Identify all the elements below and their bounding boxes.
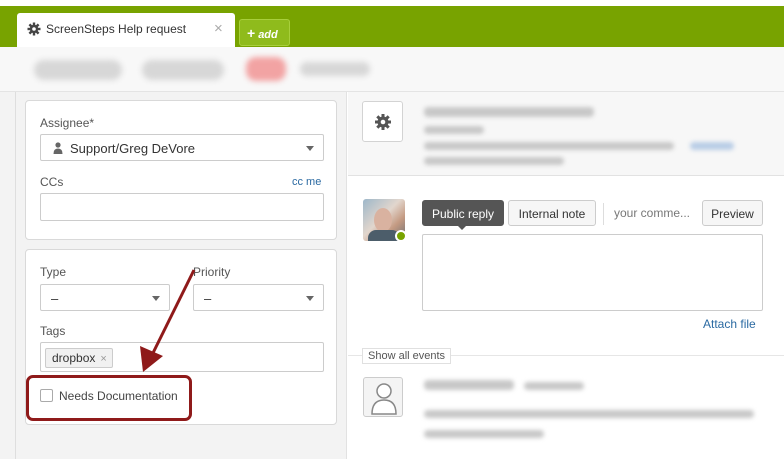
type-label: Type (40, 265, 67, 279)
assignee-select[interactable]: Support/Greg DeVore (40, 134, 324, 161)
tag-chip: dropbox × (45, 348, 113, 368)
blurred-event-author (424, 380, 514, 390)
blurred-toolbar-item (34, 60, 122, 80)
add-tab-label: add (258, 29, 278, 41)
comment-macro-hint[interactable]: your comme... (614, 206, 690, 220)
toolbar-divider (603, 203, 604, 225)
blurred-ticket-meta (424, 142, 674, 150)
comment-textarea[interactable] (422, 234, 763, 311)
online-status-icon (395, 230, 407, 242)
cog-icon (375, 114, 391, 130)
ccs-input[interactable] (40, 193, 324, 221)
gear-icon (27, 22, 41, 36)
type-select[interactable]: – (40, 284, 170, 311)
assignee-value: Support/Greg DeVore (70, 141, 196, 156)
plus-icon: + (247, 25, 256, 41)
blurred-ticket-meta (424, 126, 484, 134)
person-icon (53, 142, 63, 154)
blurred-event-time (524, 382, 584, 390)
blurred-event-text (424, 430, 544, 438)
assignee-label: Assignee* (40, 116, 95, 130)
tags-label: Tags (40, 324, 66, 338)
tag-label: dropbox (52, 351, 96, 365)
user-silhouette-icon (371, 383, 397, 415)
blurred-toolbar-item (142, 60, 224, 80)
type-value: – (51, 291, 59, 306)
show-all-events-button[interactable]: Show all events (362, 348, 452, 364)
cc-me-link[interactable]: cc me (292, 176, 321, 188)
selected-indicator-icon (457, 225, 467, 230)
tag-remove-icon[interactable]: × (100, 353, 106, 365)
chevron-down-icon (306, 296, 314, 301)
blurred-status-badge (246, 57, 286, 81)
panel-divider (15, 92, 16, 459)
priority-select[interactable]: – (193, 284, 324, 311)
blurred-ticket-link (690, 142, 734, 150)
priority-label: Priority (193, 265, 231, 279)
preview-button[interactable]: Preview (702, 200, 763, 226)
attach-file-link[interactable]: Attach file (703, 317, 756, 331)
add-tab-button[interactable]: + add (239, 19, 290, 46)
ticket-toolbar (0, 47, 784, 92)
ccs-label: CCs (40, 175, 64, 189)
avatar-face (374, 208, 392, 232)
priority-value: – (204, 291, 212, 306)
chevron-down-icon (152, 296, 160, 301)
ticket-header (348, 92, 784, 176)
requester-avatar (363, 377, 403, 417)
internal-note-button[interactable]: Internal note (508, 200, 596, 226)
annotation-highlight-box (26, 375, 192, 421)
blurred-ticket-subject (424, 107, 594, 117)
tab-close-icon[interactable]: × (214, 20, 223, 37)
blurred-toolbar-item (300, 62, 370, 76)
public-reply-button[interactable]: Public reply (422, 200, 504, 226)
blurred-event-text (424, 410, 754, 418)
chevron-down-icon (306, 146, 314, 151)
blurred-ticket-meta (424, 157, 564, 165)
ticket-tab[interactable]: ScreenSteps Help request × (17, 13, 235, 47)
ticket-settings-button[interactable] (362, 101, 403, 142)
tab-title: ScreenSteps Help request (46, 22, 187, 36)
